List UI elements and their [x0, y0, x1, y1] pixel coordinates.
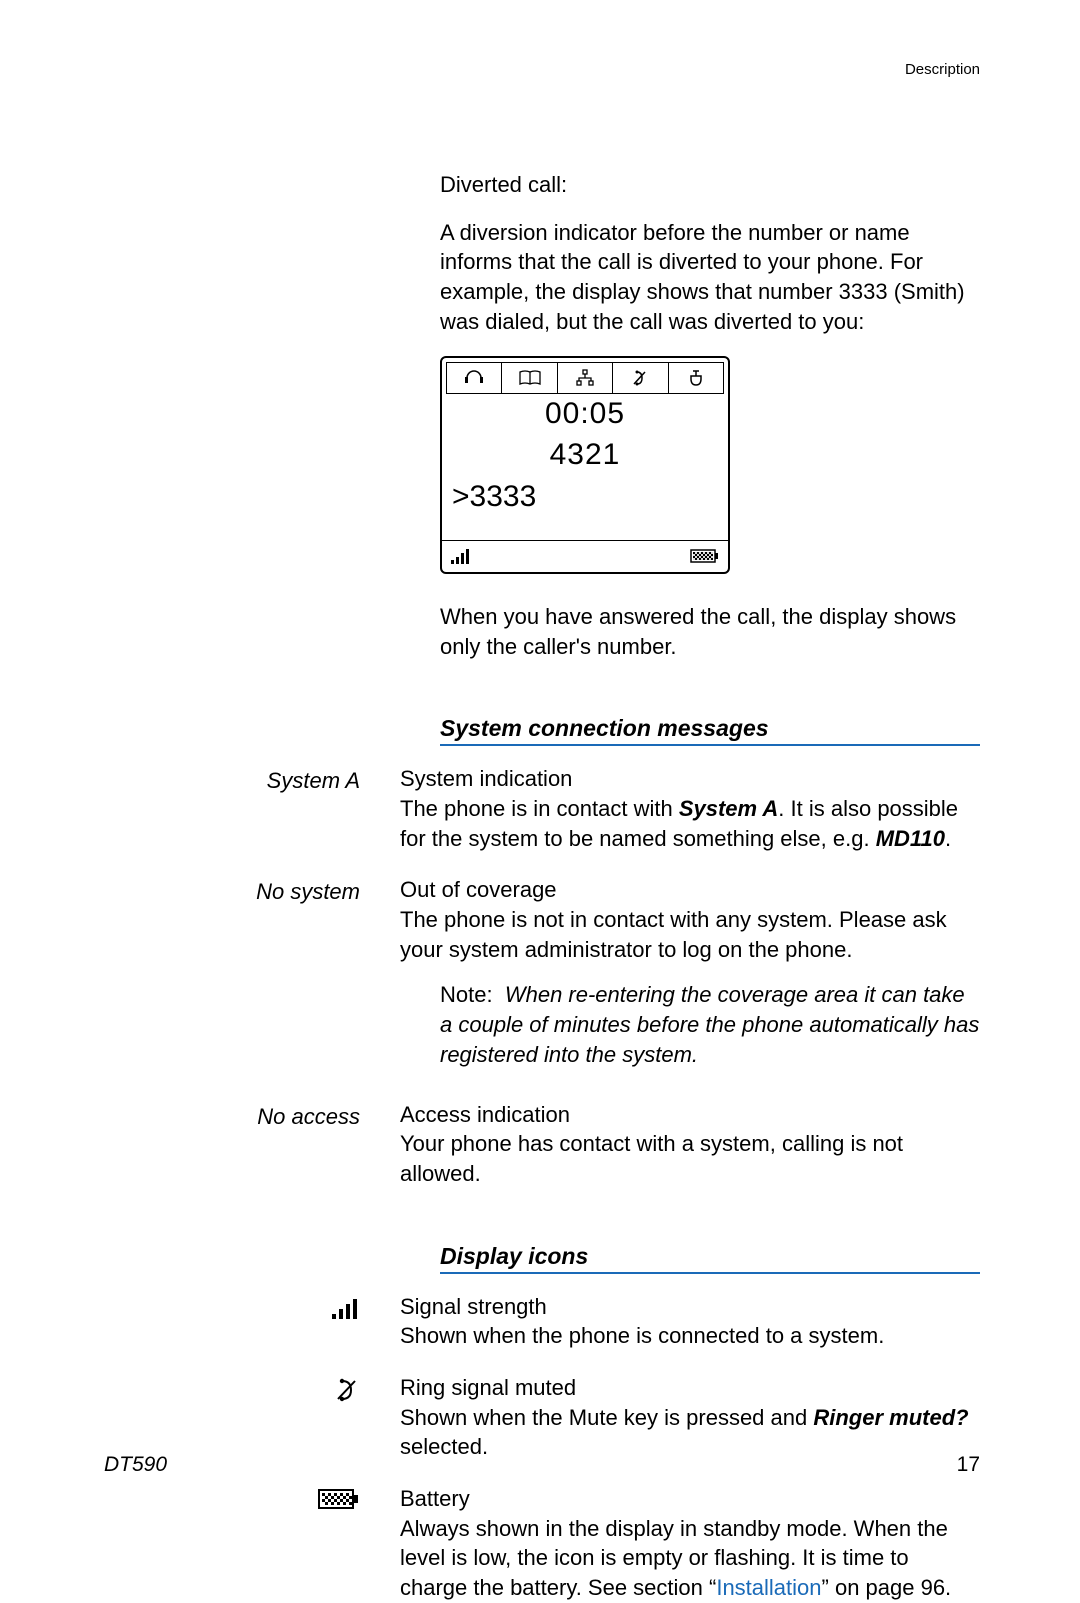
section-heading-display-icons: Display icons [440, 1241, 980, 1274]
list-item: System A System indication The phone is … [100, 764, 980, 853]
mute-small-icon [613, 363, 668, 393]
note-block: Note: When re-entering the coverage area… [440, 980, 980, 1069]
item-title: Battery [400, 1484, 980, 1514]
after-phone-note: When you have answered the call, the dis… [440, 602, 980, 661]
charge-icon [669, 363, 723, 393]
item-body: Shown when the Mute key is pressed and R… [400, 1405, 969, 1460]
phone-time: 00:05 [446, 394, 724, 435]
battery-icon [690, 548, 720, 564]
phone-caller-line: >3333 [446, 475, 724, 536]
list-item: Signal strength Shown when the phone is … [100, 1292, 980, 1351]
item-body: The phone is in contact with System A. I… [400, 796, 958, 851]
footer-model: DT590 [104, 1451, 167, 1479]
installation-link[interactable]: Installation [716, 1575, 821, 1600]
footer-page-number: 17 [957, 1451, 980, 1479]
battery-large-icon [318, 1488, 360, 1510]
left-label: No access [100, 1100, 400, 1189]
item-body: Always shown in the display in standby m… [400, 1516, 951, 1600]
signal-icon [450, 547, 472, 565]
item-title: Out of coverage [400, 875, 980, 905]
item-body: Your phone has contact with a system, ca… [400, 1131, 903, 1186]
diverted-call-body: A diversion indicator before the number … [440, 218, 980, 337]
diverted-call-title: Diverted call: [440, 170, 980, 200]
item-title: Signal strength [400, 1292, 980, 1322]
header-section-label: Description [905, 60, 980, 80]
list-item: No system Out of coverage The phone is n… [100, 875, 980, 1077]
item-title: Access indication [400, 1100, 980, 1130]
ring-muted-icon [334, 1377, 360, 1403]
section-heading-system-messages: System connection messages [440, 713, 980, 746]
item-title: System indication [400, 764, 980, 794]
phone-display-graphic: 00:05 4321 >3333 [440, 356, 730, 574]
book-icon [502, 363, 557, 393]
left-label: System A [100, 764, 400, 853]
hierarchy-icon [558, 363, 613, 393]
item-body: Shown when the phone is connected to a s… [400, 1323, 884, 1348]
left-label: No system [100, 875, 400, 1077]
signal-strength-icon [330, 1296, 360, 1320]
headset-icon [447, 363, 502, 393]
phone-dialed-number: 4321 [446, 435, 724, 476]
item-body: The phone is not in contact with any sys… [400, 907, 947, 962]
list-item: No access Access indication Your phone h… [100, 1100, 980, 1189]
list-item: Battery Always shown in the display in s… [100, 1484, 980, 1603]
item-title: Ring signal muted [400, 1373, 980, 1403]
list-item: Ring signal muted Shown when the Mute ke… [100, 1373, 980, 1462]
